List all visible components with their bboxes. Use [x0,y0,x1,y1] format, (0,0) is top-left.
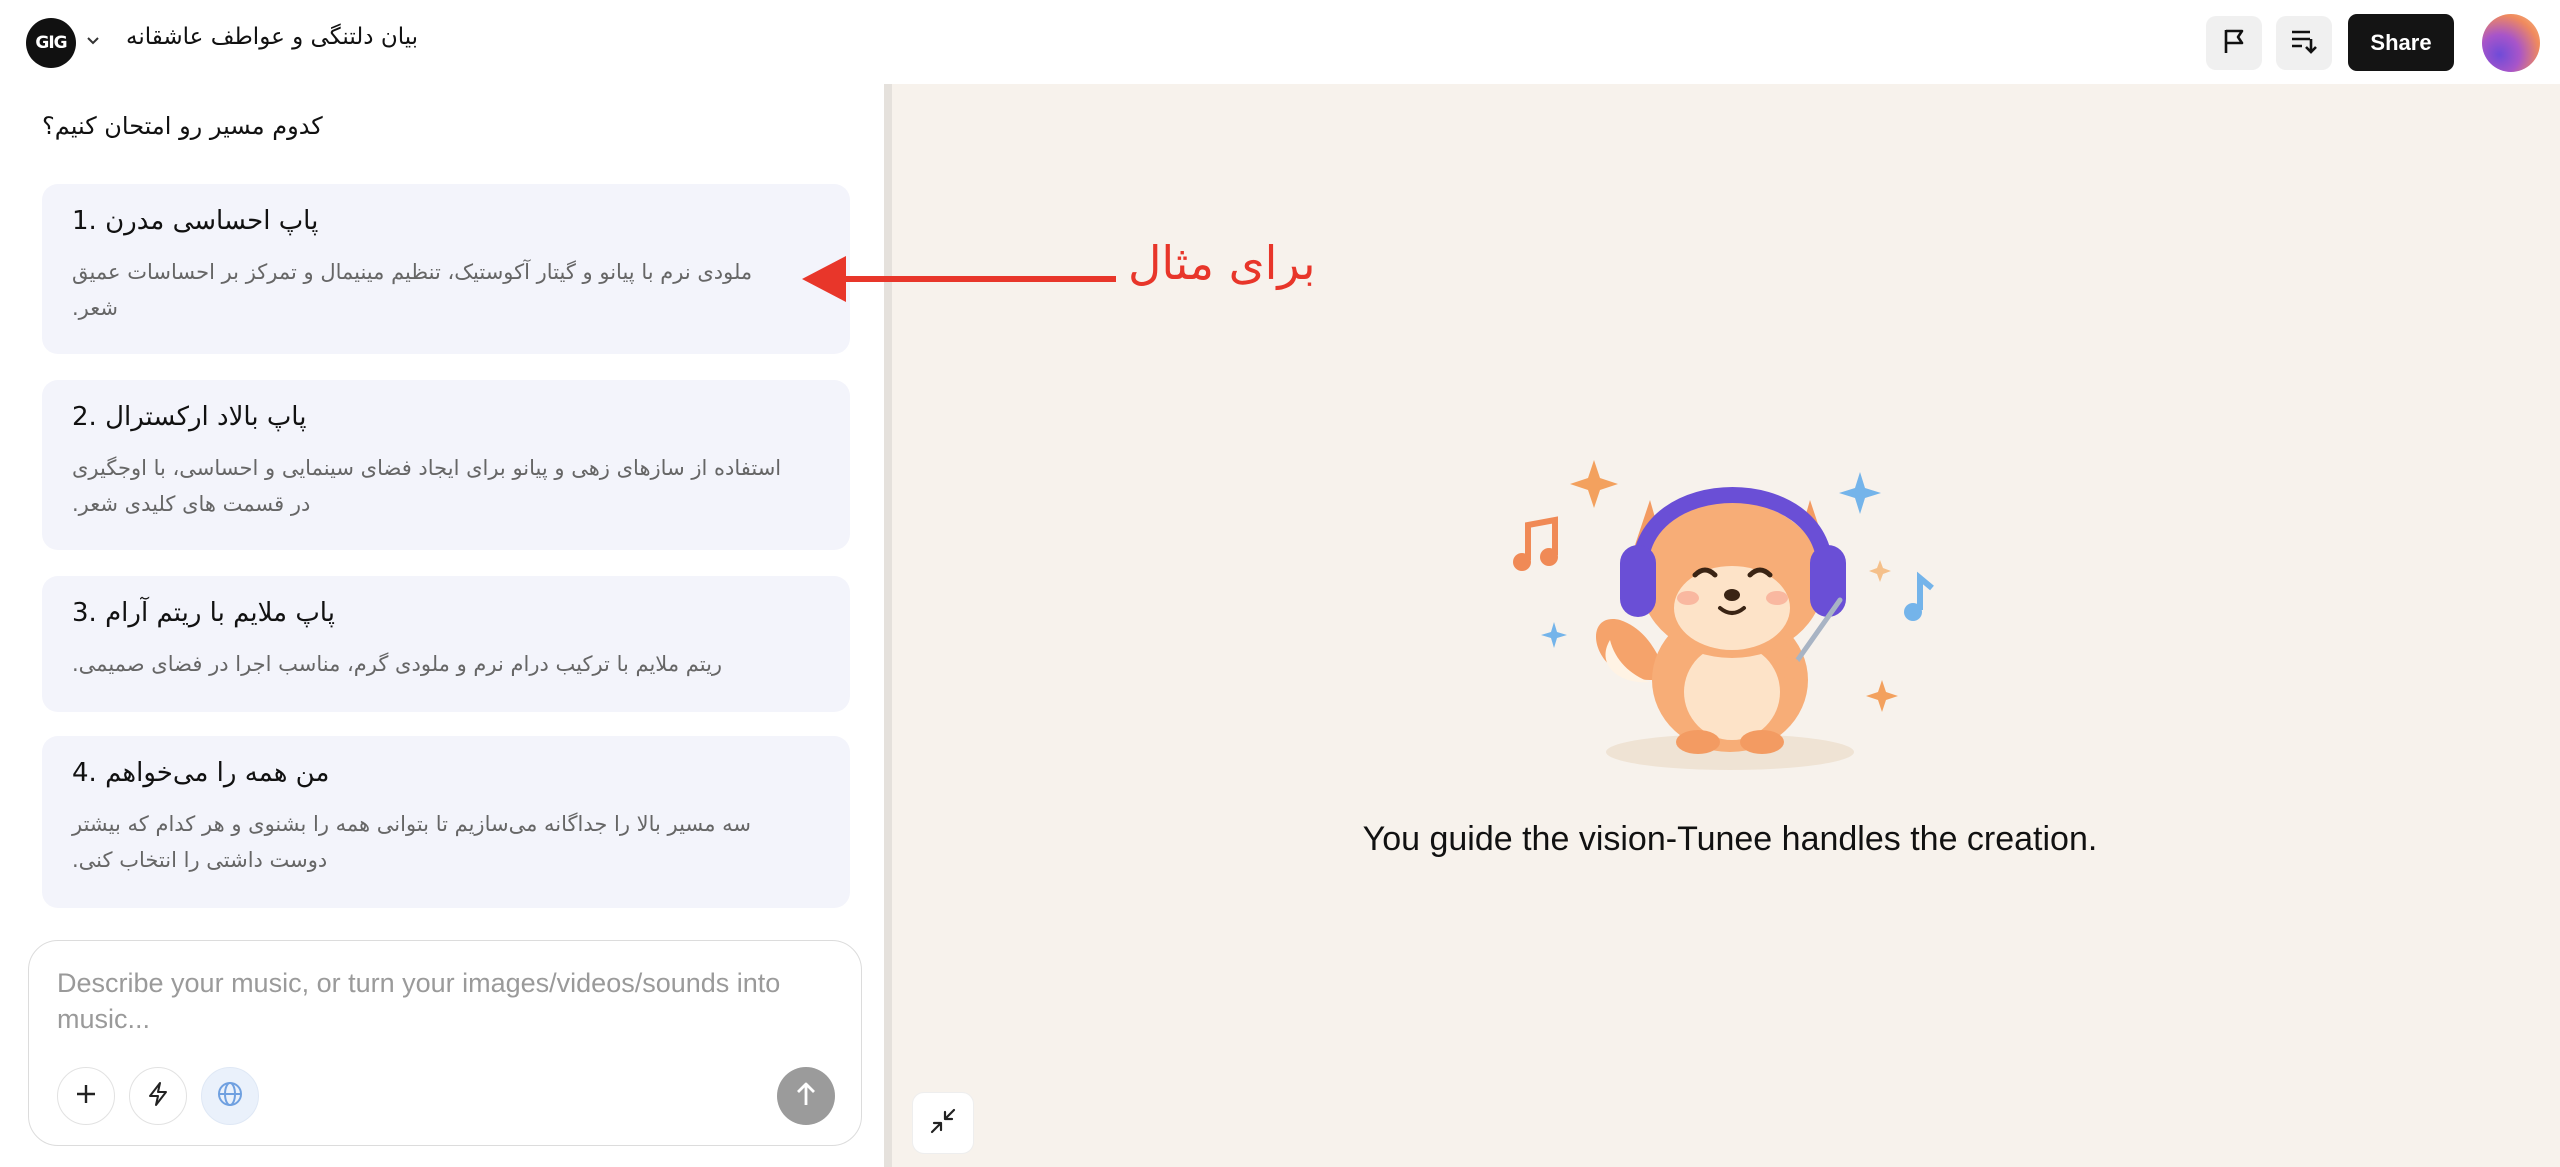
send-button[interactable] [777,1067,835,1125]
project-title[interactable]: بیان دلتنگی و عواطف عاشقانه [126,24,418,50]
option-card-2[interactable]: پاپ بالاد ارکسترال .2 استفاده از سازهای … [42,380,850,550]
option-description: سه مسیر بالا را جداگانه می‌سازیم تا بتوا… [72,812,751,872]
playlist-icon [2289,27,2319,59]
add-button[interactable] [57,1067,115,1125]
lightning-icon [146,1081,170,1111]
canvas-tagline: You guide the vision-Tunee handles the c… [1362,820,2098,858]
option-card-3[interactable]: پاپ ملایم با ریتم آرام .3 ریتم ملایم با … [42,576,850,712]
quick-mode-button[interactable] [129,1067,187,1125]
plus-icon [74,1082,98,1110]
annotation-arrow-line [836,276,1116,282]
flag-button[interactable] [2206,16,2262,70]
option-card-4[interactable]: من همه را می‌خواهم .4 سه مسیر بالا را جد… [42,736,850,908]
flag-icon [2220,27,2248,59]
option-description: ریتم ملایم با ترکیب درام نرم و ملودی گرم… [72,652,723,676]
chevron-down-icon[interactable] [84,32,102,50]
arrow-up-icon [794,1080,818,1112]
collapse-button[interactable] [912,1092,974,1154]
collapse-icon [928,1106,958,1140]
option-title: پاپ بالاد ارکسترال .2 [72,402,307,432]
option-card-1[interactable]: پاپ احساسی مدرن .1 ملودی نرم با پیانو و … [42,184,850,354]
option-description: استفاده از سازهای زهی و پیانو برای ایجاد… [72,456,782,516]
option-description: ملودی نرم با پیانو و گیتار آکوستیک، تنظی… [72,260,753,320]
playlist-button[interactable] [2276,16,2332,70]
share-button[interactable]: Share [2348,14,2454,71]
avatar[interactable] [2482,14,2540,72]
panel-divider[interactable] [884,84,892,1167]
app-logo[interactable]: GIG [26,18,76,68]
option-title: پاپ ملایم با ریتم آرام .3 [72,598,335,628]
prompt-input[interactable] [57,965,847,1045]
option-title: پاپ احساسی مدرن .1 [72,206,319,236]
top-bar: GIG بیان دلتنگی و عواطف عاشقانه Share [0,0,2560,84]
globe-icon [216,1080,244,1112]
option-title: من همه را می‌خواهم .4 [72,758,330,788]
annotation-label: برای مثال [1128,236,1316,290]
fox-mascot-icon [1513,460,1934,770]
composer [28,940,862,1146]
web-search-button[interactable] [201,1067,259,1125]
chat-question: کدوم مسیر رو امتحان کنیم؟ [42,112,323,140]
